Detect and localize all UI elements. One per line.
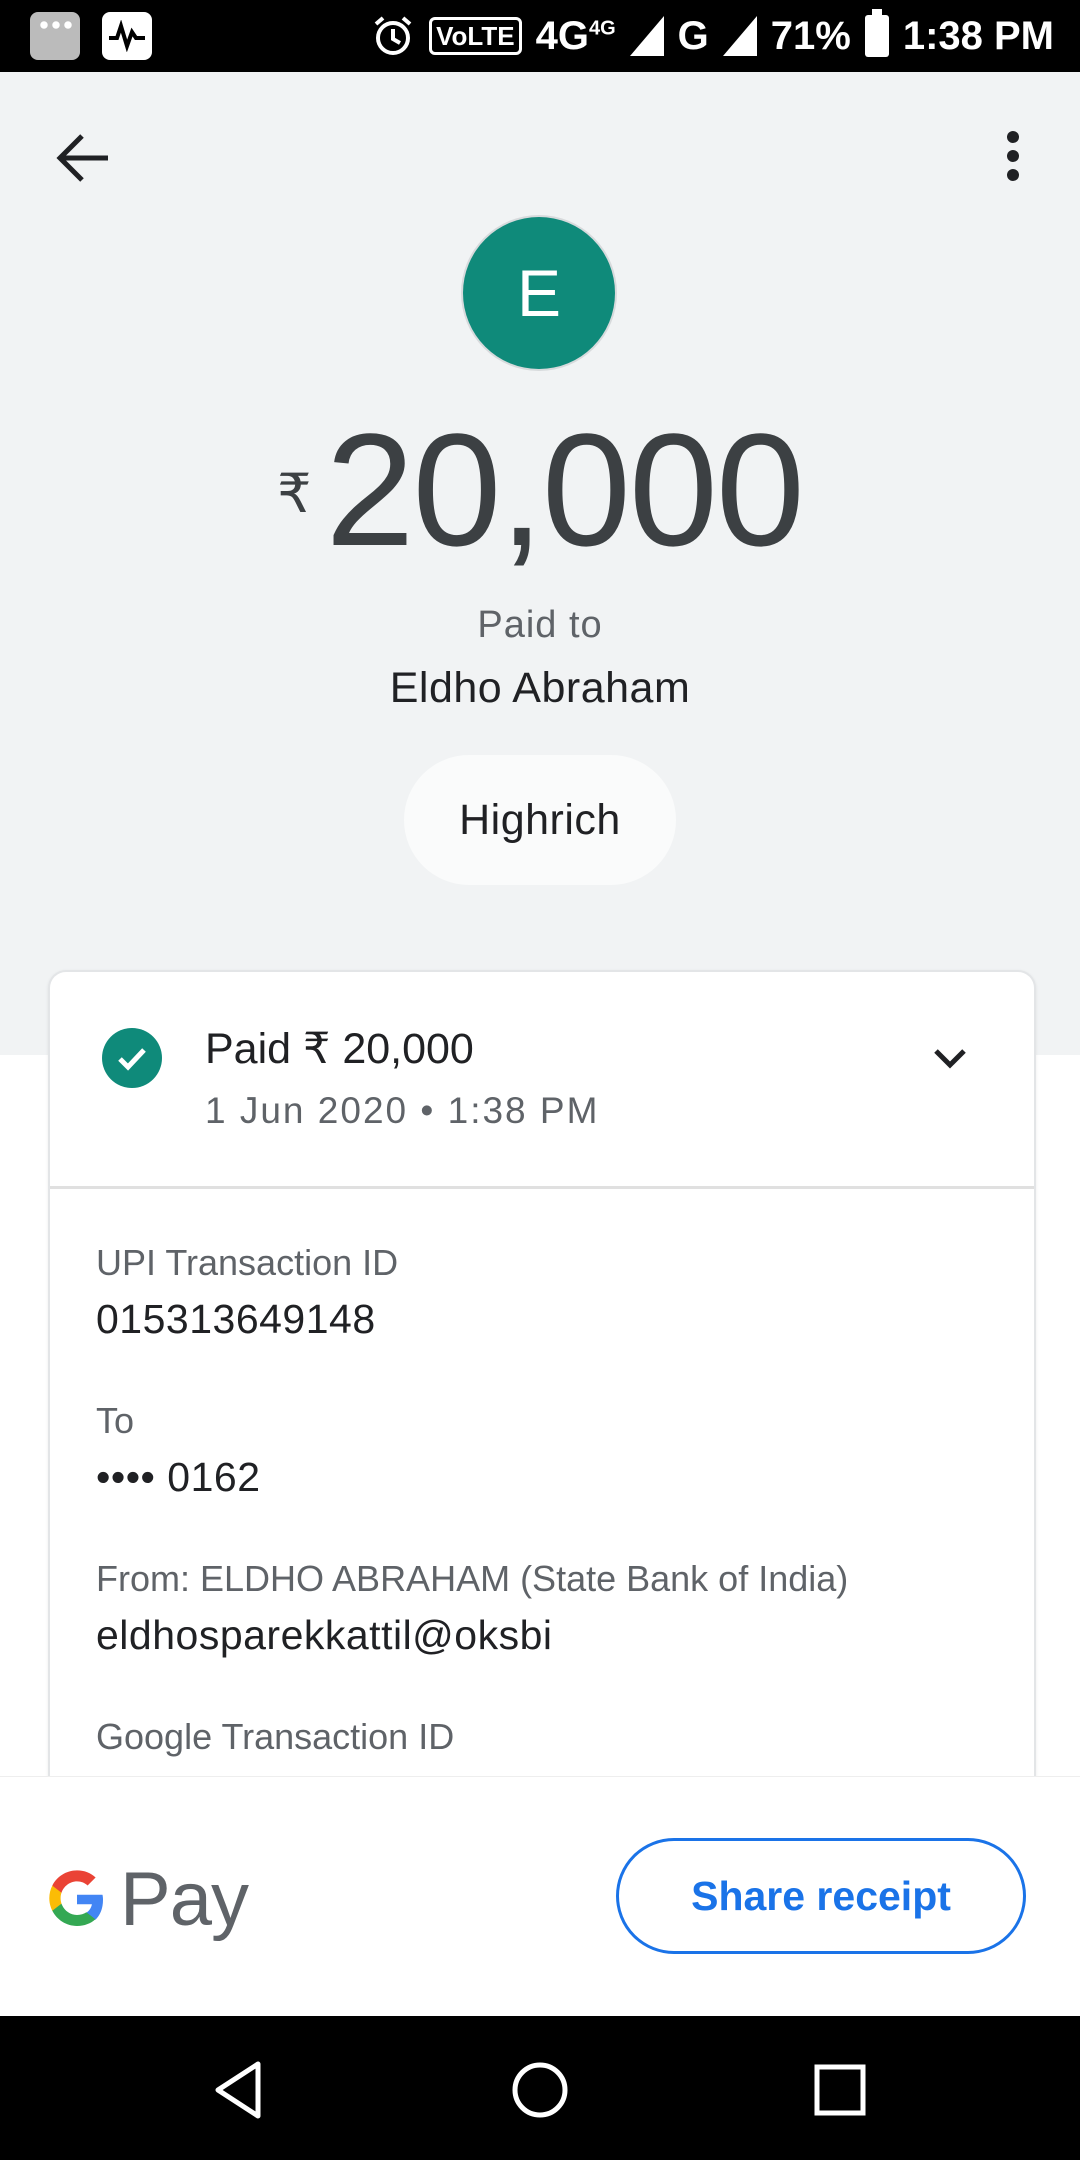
status-row[interactable]: Paid ₹ 20,000 1 Jun 2020 • 1:38 PM bbox=[50, 972, 1034, 1189]
from-label: From: ELDHO ABRAHAM (State Bank of India… bbox=[96, 1558, 849, 1599]
network-type: 4G4G bbox=[535, 13, 616, 58]
upi-transaction-id: UPI Transaction ID 015313649148 bbox=[96, 1242, 398, 1343]
nav-home-icon[interactable] bbox=[508, 2058, 572, 2122]
amount-display: ₹ 20,000 bbox=[0, 410, 1080, 570]
alarm-icon bbox=[374, 16, 412, 55]
to-value: •••• 0162 bbox=[96, 1454, 261, 1500]
to-label: To bbox=[96, 1400, 135, 1441]
back-arrow-icon[interactable] bbox=[54, 128, 114, 188]
check-icon bbox=[102, 1028, 162, 1088]
to-account: To •••• 0162 bbox=[96, 1400, 261, 1501]
bottom-action-bar: Pay Share receipt bbox=[0, 1776, 1080, 2017]
gallery-notification-icon bbox=[30, 12, 80, 60]
payee-name: Eldho Abraham bbox=[389, 664, 691, 712]
amount-value: 20,000 bbox=[325, 400, 804, 579]
carrier2-label: G bbox=[677, 13, 709, 58]
upi-id-value: 015313649148 bbox=[96, 1296, 376, 1342]
google-g-icon bbox=[49, 1870, 103, 1926]
share-receipt-button[interactable]: Share receipt bbox=[616, 1838, 1026, 1954]
signal-icon bbox=[629, 16, 664, 56]
gpay-logo: Pay bbox=[46, 1856, 249, 1942]
signal2-icon bbox=[722, 16, 757, 56]
clock: 1:38 PM bbox=[902, 13, 1054, 58]
battery-icon bbox=[864, 9, 889, 57]
currency-symbol: ₹ bbox=[277, 464, 312, 524]
avatar: E bbox=[463, 217, 615, 369]
nav-recents-icon[interactable] bbox=[808, 2058, 872, 2122]
nav-back-icon[interactable] bbox=[208, 2058, 272, 2122]
system-nav-bar bbox=[0, 2016, 1080, 2160]
from-account: From: ELDHO ABRAHAM (State Bank of India… bbox=[96, 1558, 848, 1659]
upi-id-label: UPI Transaction ID bbox=[96, 1242, 399, 1283]
volte-badge: VoLTE bbox=[429, 17, 522, 55]
payment-note: Highrich bbox=[404, 755, 676, 885]
activity-notification-icon bbox=[102, 12, 152, 60]
more-options-icon[interactable] bbox=[998, 128, 1028, 188]
from-value: eldhosparekkattil@oksbi bbox=[96, 1612, 553, 1658]
battery-percent: 71% bbox=[770, 13, 851, 58]
google-txn-label: Google Transaction ID bbox=[96, 1716, 455, 1757]
chevron-down-icon[interactable] bbox=[930, 1038, 970, 1078]
payment-datetime: 1 Jun 2020 • 1:38 PM bbox=[205, 1090, 600, 1131]
status-bar: VoLTE 4G4G G 71% 1:38 PM bbox=[0, 0, 1080, 72]
paid-to-label: Paid to bbox=[477, 604, 603, 646]
google-transaction-id: Google Transaction ID bbox=[96, 1716, 454, 1758]
payment-status: Paid ₹ 20,000 bbox=[205, 1025, 474, 1073]
gpay-pay-text: Pay bbox=[120, 1856, 249, 1942]
transaction-details-card: Paid ₹ 20,000 1 Jun 2020 • 1:38 PM UPI T… bbox=[48, 970, 1036, 1782]
